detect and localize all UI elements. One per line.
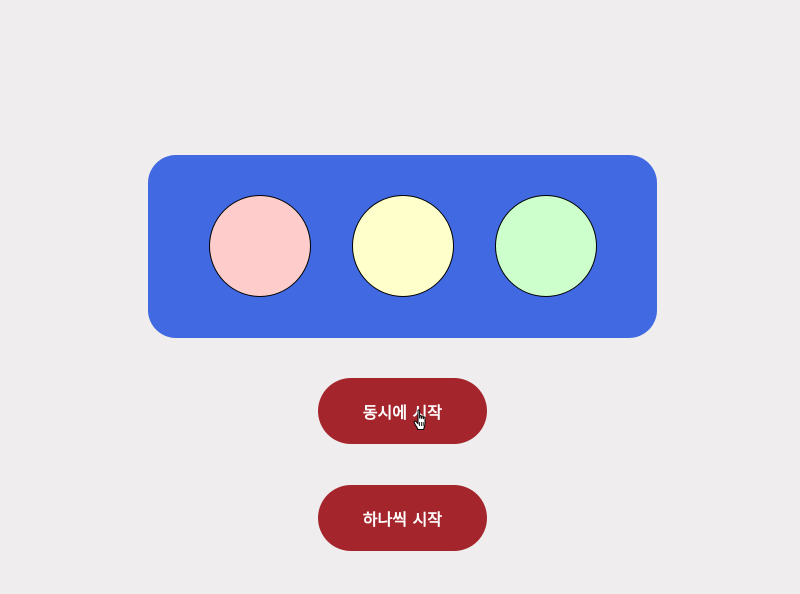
green-light: [495, 195, 597, 297]
start-simultaneously-button[interactable]: 동시에 시작: [318, 378, 487, 444]
red-light: [209, 195, 311, 297]
traffic-light-panel: [148, 155, 657, 338]
start-one-by-one-button[interactable]: 하나씩 시작: [318, 485, 487, 551]
start-simultaneously-label: 동시에 시작: [362, 403, 443, 422]
yellow-light: [352, 195, 454, 297]
start-one-by-one-label: 하나씩 시작: [362, 510, 443, 529]
